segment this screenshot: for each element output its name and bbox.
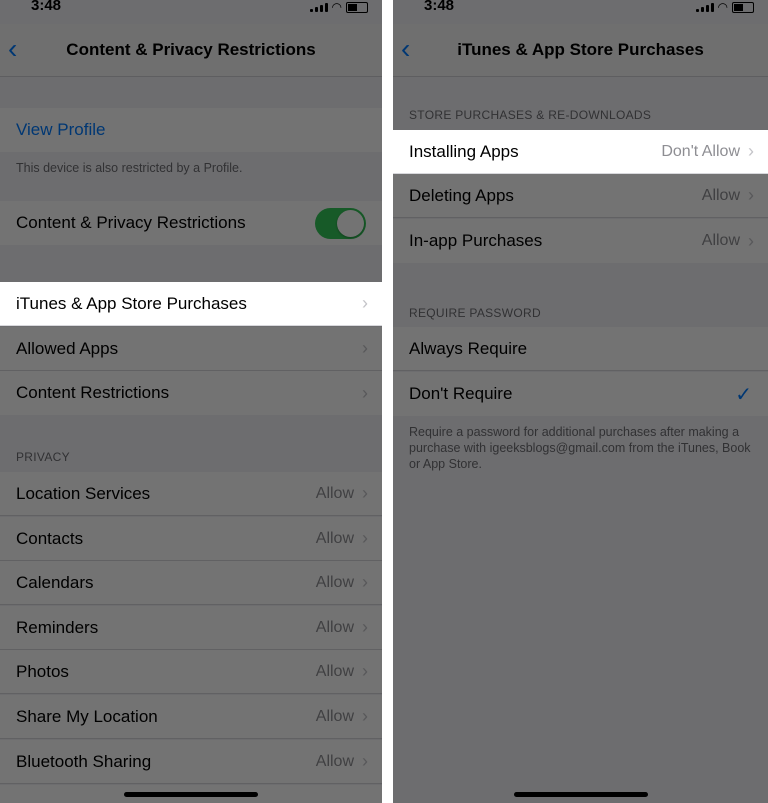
list-item-reminders[interactable]: Reminders Allow › xyxy=(0,606,382,650)
status-icons: ◠ xyxy=(695,0,754,14)
list-item-label: Don't Require xyxy=(409,384,513,403)
list-item-dont-require[interactable]: Don't Require ✓ xyxy=(393,372,768,416)
list-item-bluetooth-sharing[interactable]: Bluetooth Sharing Allow › xyxy=(0,740,382,784)
page-title: iTunes & App Store Purchases xyxy=(457,40,704,59)
privacy-section-header: PRIVACY xyxy=(16,450,70,464)
chevron-right-icon: › xyxy=(362,617,368,637)
left-screen: 3:48 ◠ ‹ Content & Privacy Restrictions … xyxy=(0,0,382,803)
chevron-right-icon: › xyxy=(362,751,368,771)
restrictions-toggle-label: Content & Privacy Restrictions xyxy=(16,213,246,232)
list-item-location-services[interactable]: Location Services Allow › xyxy=(0,472,382,516)
list-item-deleting-apps[interactable]: Deleting Apps Allow › xyxy=(393,174,768,218)
list-item-label: Always Require xyxy=(409,338,528,358)
list-item-label: Calendars xyxy=(16,572,94,592)
status-icons: ◠ xyxy=(309,0,368,14)
list-item-value: Allow xyxy=(315,484,354,502)
chevron-right-icon: › xyxy=(362,661,368,681)
chevron-right-icon: › xyxy=(362,528,368,548)
battery-icon xyxy=(346,1,368,13)
nav-bar: ‹ Content & Privacy Restrictions xyxy=(0,24,382,77)
home-indicator[interactable] xyxy=(124,792,258,797)
list-item-in-app-purchases[interactable]: In-app Purchases Allow › xyxy=(393,219,768,263)
list-item-photos[interactable]: Photos Allow › xyxy=(0,650,382,694)
list-item-contacts[interactable]: Contacts Allow › xyxy=(0,517,382,561)
list-item-value: Allow xyxy=(315,752,354,770)
chevron-right-icon: › xyxy=(748,185,754,205)
list-item-value: Don't Allow xyxy=(661,142,740,160)
wifi-icon: ◠ xyxy=(331,0,342,14)
list-item-label: Share My Location xyxy=(16,706,158,726)
profile-note: This device is also restricted by a Prof… xyxy=(16,161,243,175)
battery-icon xyxy=(732,1,754,13)
signal-icon xyxy=(309,2,328,12)
list-item-label: Allowed Apps xyxy=(16,338,119,358)
checkmark-icon: ✓ xyxy=(735,383,752,406)
list-item-always-require[interactable]: Always Require xyxy=(393,327,768,371)
chevron-right-icon: › xyxy=(748,230,754,251)
list-item-allowed-apps[interactable]: Allowed Apps › xyxy=(0,327,382,371)
store-section-header: STORE PURCHASES & RE-DOWNLOADS xyxy=(409,108,652,122)
chevron-right-icon: › xyxy=(362,706,368,726)
chevron-right-icon: › xyxy=(362,293,368,313)
list-item-label: Deleting Apps xyxy=(409,185,514,205)
list-item-label: Bluetooth Sharing xyxy=(16,751,152,771)
list-item-label: Location Services xyxy=(16,483,151,503)
list-item-label: iTunes & App Store Purchases xyxy=(16,293,247,313)
status-time: 3:48 xyxy=(31,0,62,14)
password-section-header: REQUIRE PASSWORD xyxy=(409,306,541,320)
list-item-value: Allow xyxy=(315,662,354,680)
restrictions-toggle-row: Content & Privacy Restrictions xyxy=(0,201,382,245)
list-item-label: Installing Apps xyxy=(409,141,519,161)
home-indicator[interactable] xyxy=(514,792,648,797)
chevron-right-icon: › xyxy=(748,141,754,161)
list-item-value: Allow xyxy=(315,707,354,725)
view-profile-link[interactable]: View Profile xyxy=(16,120,105,140)
signal-icon xyxy=(695,2,714,12)
list-item-value: Allow xyxy=(701,186,740,204)
list-item-value: Allow xyxy=(315,618,354,636)
list-item-label: Content Restrictions xyxy=(16,383,170,402)
chevron-right-icon: › xyxy=(362,338,368,358)
list-item-label: Contacts xyxy=(16,528,84,548)
status-time: 3:48 xyxy=(424,0,455,14)
list-item-value: Allow xyxy=(315,573,354,591)
list-item-content-restrictions[interactable]: Content Restrictions › xyxy=(0,371,382,415)
list-item-share-my-location[interactable]: Share My Location Allow › xyxy=(0,695,382,739)
chevron-right-icon: › xyxy=(362,382,368,403)
list-item-label: Photos xyxy=(16,661,69,681)
list-item-value: Allow xyxy=(701,232,740,249)
list-item-value: Allow xyxy=(315,529,354,547)
list-item-installing-apps[interactable]: Installing Apps Don't Allow › xyxy=(393,130,768,174)
list-item-calendars[interactable]: Calendars Allow › xyxy=(0,561,382,605)
status-bar: 3:48 ◠ xyxy=(393,0,768,16)
chevron-right-icon: › xyxy=(362,483,368,503)
nav-bar: ‹ iTunes & App Store Purchases xyxy=(393,24,768,77)
wifi-icon: ◠ xyxy=(717,0,728,14)
list-item-itunes-purchases[interactable]: iTunes & App Store Purchases › xyxy=(0,282,382,326)
status-bar: 3:48 ◠ xyxy=(0,0,382,16)
page-title: Content & Privacy Restrictions xyxy=(66,40,316,59)
view-profile-row[interactable]: View Profile xyxy=(0,108,382,152)
right-screen: 3:48 ◠ ‹ iTunes & App Store Purchases ST… xyxy=(393,0,768,803)
list-item-label: Reminders xyxy=(16,617,99,637)
restrictions-toggle[interactable] xyxy=(315,207,366,239)
password-note: Require a password for additional purcha… xyxy=(409,425,751,471)
list-item-label: In-app Purchases xyxy=(409,231,543,250)
chevron-right-icon: › xyxy=(362,572,368,592)
